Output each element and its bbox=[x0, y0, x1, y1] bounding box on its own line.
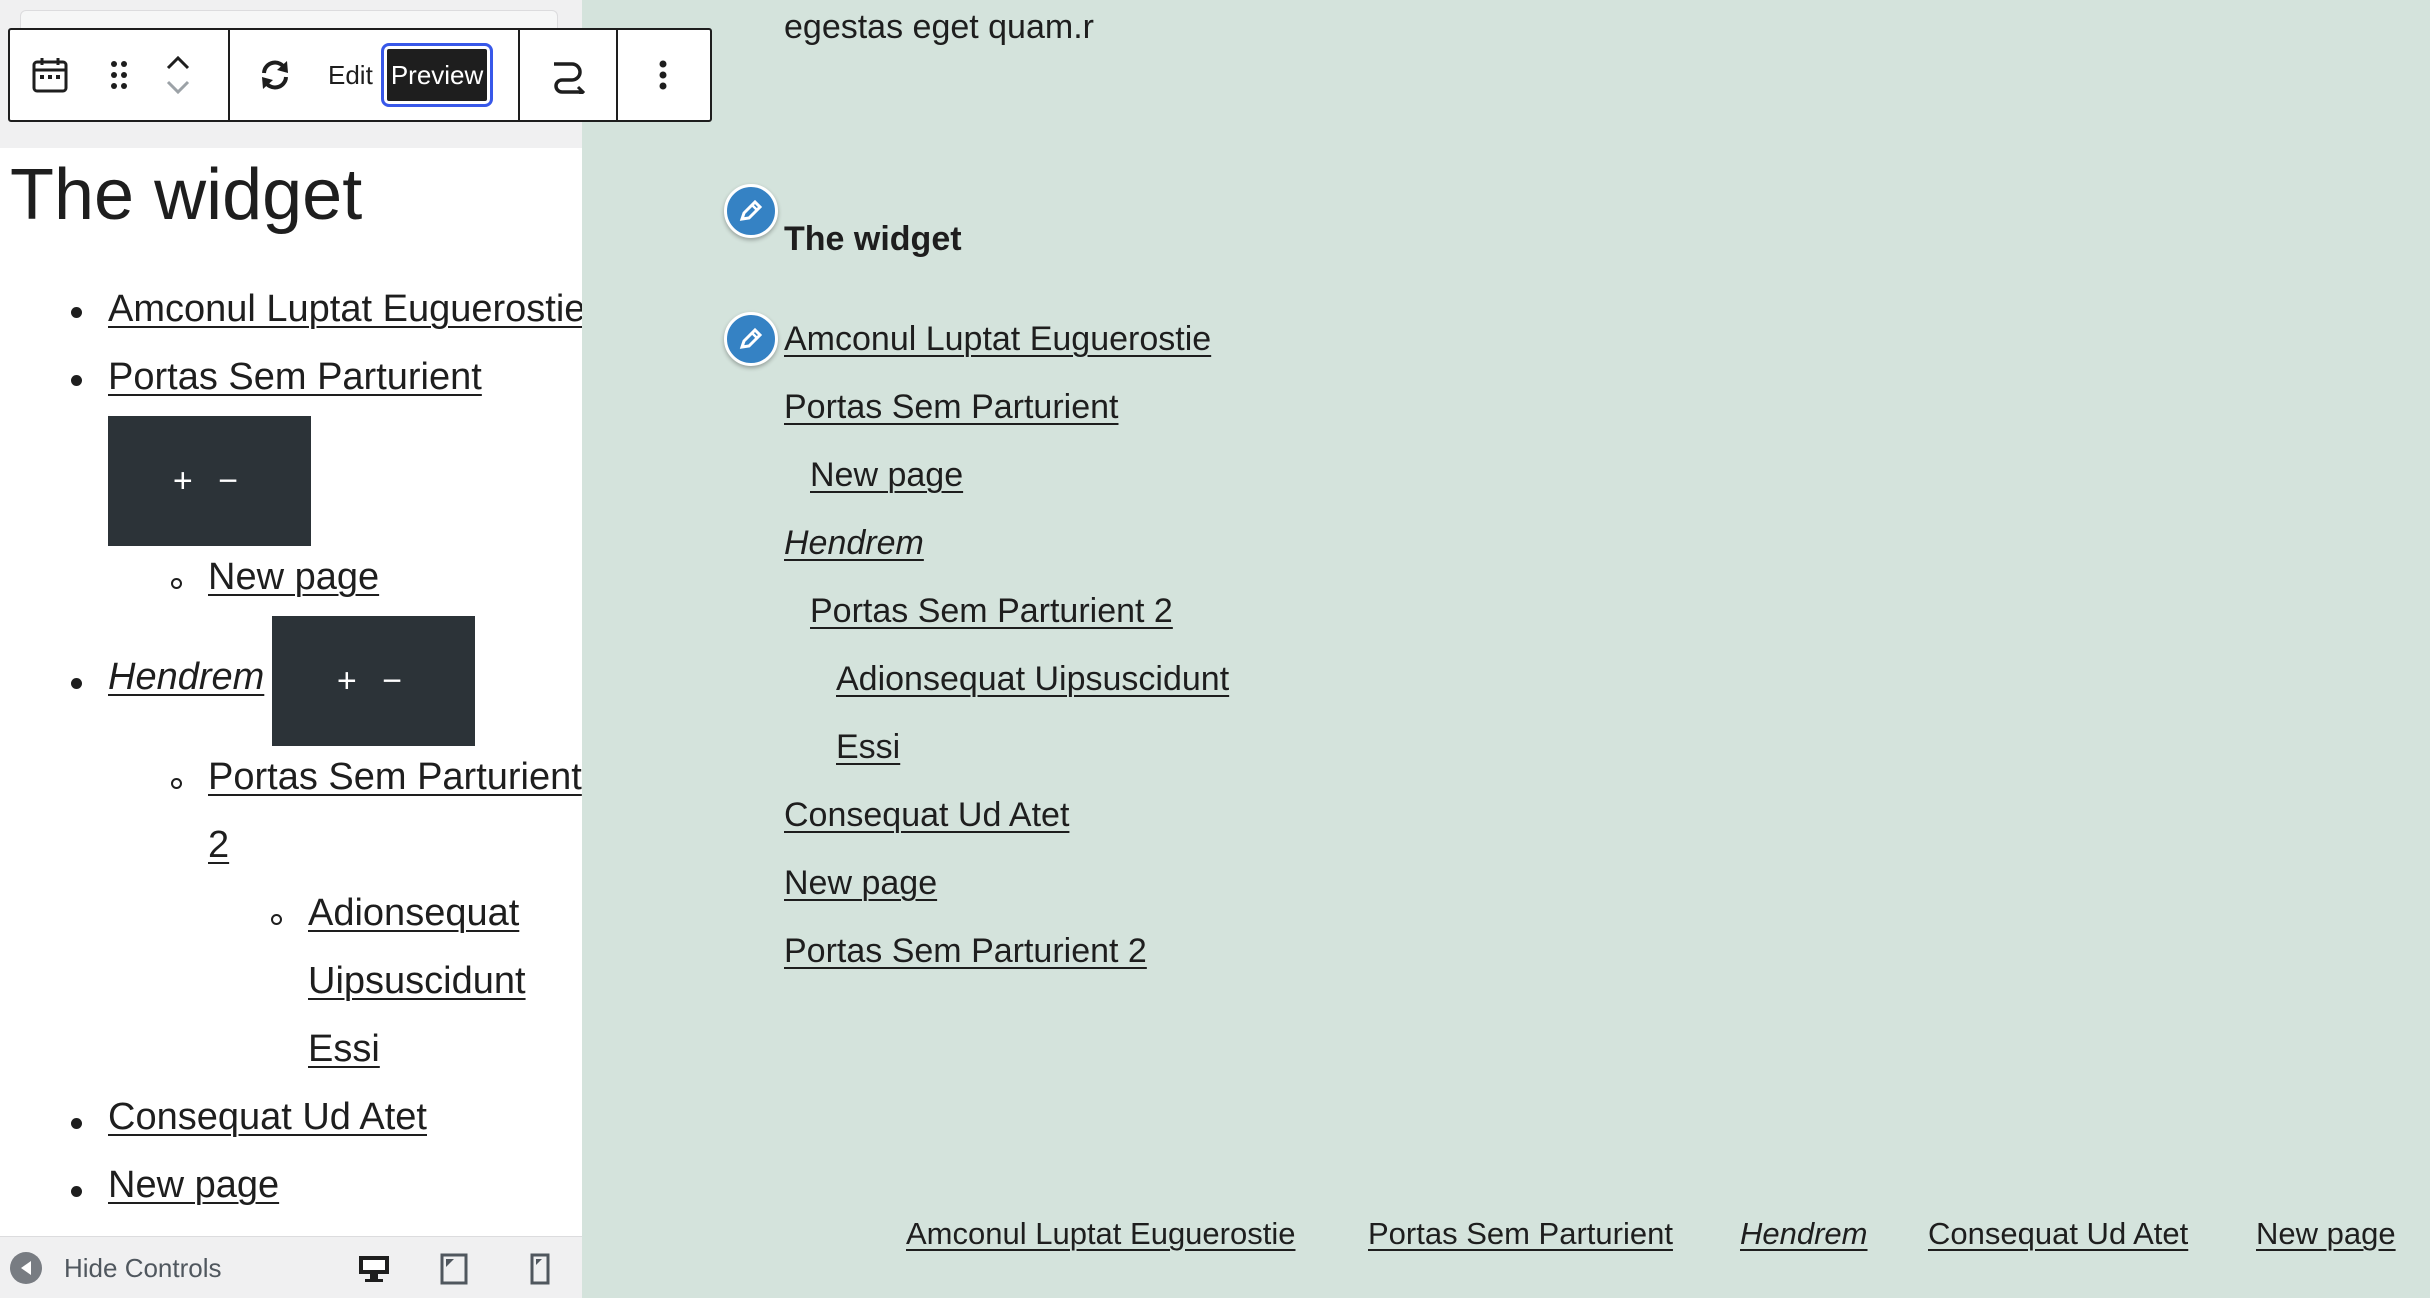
nav-link[interactable]: Hendrem bbox=[108, 656, 264, 698]
block-mover bbox=[148, 30, 208, 120]
more-options-icon[interactable] bbox=[618, 30, 708, 120]
submenu-item[interactable]: New page bbox=[810, 456, 963, 495]
customizer-panel: The widget Amconul Luptat Euguerostie Po… bbox=[0, 0, 583, 1298]
footer-nav-item[interactable]: Consequat Ud Atet bbox=[1928, 1216, 2188, 1252]
list-bullet bbox=[271, 914, 282, 925]
nav-link[interactable]: Portas Sem Parturient bbox=[108, 356, 482, 398]
list-item[interactable]: New page bbox=[208, 556, 379, 599]
menu-link[interactable]: Amconul Luptat Euguerostie bbox=[784, 320, 1211, 358]
edit-menu-shortcut[interactable] bbox=[724, 312, 778, 366]
widget-title: The widget bbox=[784, 220, 962, 258]
list-item[interactable]: Hendrem bbox=[108, 656, 264, 699]
nav-link[interactable]: Portas Sem Parturient bbox=[208, 756, 582, 798]
submenu-toggle[interactable]: + − bbox=[272, 616, 475, 746]
list-item[interactable]: Adionsequat bbox=[308, 892, 519, 935]
footer-nav-item[interactable]: Portas Sem Parturient bbox=[1368, 1216, 1673, 1252]
menu-item[interactable]: Consequat Ud Atet bbox=[784, 796, 1069, 835]
footer-link[interactable]: Consequat Ud Atet bbox=[1928, 1216, 2188, 1251]
menu-link[interactable]: Portas Sem Parturient bbox=[784, 388, 1118, 426]
nav-link[interactable]: Amconul Luptat Euguerostie bbox=[108, 288, 582, 330]
block-toolbar: Edit Preview bbox=[8, 28, 712, 122]
menu-link[interactable]: Portas Sem Parturient 2 bbox=[810, 592, 1173, 630]
list-item[interactable]: Portas Sem Parturient bbox=[108, 356, 482, 399]
refresh-icon[interactable] bbox=[230, 30, 320, 120]
list-item[interactable]: Amconul Luptat Euguerostie bbox=[108, 288, 582, 331]
widget-title[interactable]: The widget bbox=[10, 154, 362, 236]
list-item-continuation[interactable]: 2 bbox=[208, 824, 229, 867]
submenu-item[interactable]: Portas Sem Parturient 2 bbox=[810, 592, 1173, 631]
block-mover-group bbox=[10, 30, 230, 120]
menu-link[interactable]: New page bbox=[810, 456, 963, 494]
list-bullet bbox=[71, 1118, 82, 1129]
preview-body-text: egestas eget quam.r bbox=[784, 8, 1094, 46]
edit-button[interactable]: Edit bbox=[320, 30, 381, 120]
nav-link[interactable]: Uipsuscidunt bbox=[308, 960, 526, 1002]
submenu-item[interactable]: Adionsequat Uipsuscidunt bbox=[836, 660, 1229, 699]
collapse-icon bbox=[10, 1252, 42, 1284]
footer-nav-item[interactable]: Hendrem bbox=[1740, 1216, 1868, 1252]
pencil-icon bbox=[739, 327, 763, 349]
mobile-icon[interactable] bbox=[520, 1249, 560, 1289]
list-item[interactable]: New page bbox=[108, 1164, 279, 1207]
customizer-footer: Hide Controls bbox=[0, 1236, 582, 1298]
tablet-icon[interactable] bbox=[434, 1249, 474, 1289]
submenu-toggle[interactable]: + − bbox=[108, 416, 311, 546]
menu-item[interactable]: Amconul Luptat Euguerostie bbox=[784, 320, 1211, 359]
menu-link[interactable]: Hendrem bbox=[784, 524, 924, 562]
calendar-icon[interactable] bbox=[10, 30, 90, 120]
desktop-icon[interactable] bbox=[354, 1249, 394, 1289]
list-item-continuation[interactable]: Uipsuscidunt bbox=[308, 960, 526, 1003]
menu-item[interactable]: Portas Sem Parturient bbox=[784, 388, 1118, 427]
nav-link[interactable]: 2 bbox=[208, 824, 229, 866]
options-group bbox=[618, 30, 710, 120]
chevron-down-icon[interactable] bbox=[165, 79, 191, 97]
footer-link[interactable]: Portas Sem Parturient bbox=[1368, 1216, 1673, 1251]
footer-nav-item[interactable]: New page bbox=[2256, 1216, 2396, 1252]
menu-link[interactable]: Adionsequat Uipsuscidunt bbox=[836, 660, 1229, 698]
nav-link[interactable]: Adionsequat bbox=[308, 892, 519, 934]
footer-link[interactable]: Hendrem bbox=[1740, 1216, 1868, 1251]
nav-link[interactable]: New page bbox=[208, 556, 379, 598]
menu-link[interactable]: New page bbox=[784, 864, 937, 902]
list-item[interactable]: Essi bbox=[308, 1028, 380, 1071]
list-bullet bbox=[171, 578, 182, 589]
footer-navigation: Amconul Luptat Euguerostie Portas Sem Pa… bbox=[582, 1216, 2430, 1256]
footer-link[interactable]: Amconul Luptat Euguerostie bbox=[906, 1216, 1295, 1251]
transform-group bbox=[520, 30, 618, 120]
nav-link[interactable]: Essi bbox=[308, 1028, 380, 1070]
menu-item[interactable]: Portas Sem Parturient 2 bbox=[784, 932, 1147, 971]
nav-link[interactable]: New page bbox=[108, 1164, 279, 1206]
nav-link[interactable]: Consequat Ud Atet bbox=[108, 1096, 427, 1138]
menu-link[interactable]: Consequat Ud Atet bbox=[784, 796, 1069, 834]
hide-controls-label: Hide Controls bbox=[64, 1252, 222, 1283]
list-bullet bbox=[71, 375, 82, 386]
mode-group: Edit Preview bbox=[230, 30, 520, 120]
drag-handle-icon[interactable] bbox=[90, 30, 148, 120]
list-bullet bbox=[171, 778, 182, 789]
list-bullet bbox=[71, 1186, 82, 1197]
list-bullet bbox=[71, 678, 82, 689]
list-item[interactable]: Portas Sem Parturient bbox=[208, 756, 582, 799]
site-preview: egestas eget quam.r The widget Amconul L… bbox=[582, 0, 2430, 1298]
edit-widget-shortcut[interactable] bbox=[724, 184, 778, 238]
menu-link[interactable]: Essi bbox=[836, 728, 900, 766]
pencil-icon bbox=[739, 199, 763, 221]
hide-controls-button[interactable]: Hide Controls bbox=[10, 1252, 222, 1284]
footer-link[interactable]: New page bbox=[2256, 1216, 2396, 1251]
menu-item[interactable]: Hendrem bbox=[784, 524, 924, 563]
transform-icon[interactable] bbox=[520, 30, 616, 120]
menu-item[interactable]: New page bbox=[784, 864, 937, 903]
list-bullet bbox=[71, 307, 82, 318]
footer-nav-item[interactable]: Amconul Luptat Euguerostie bbox=[906, 1216, 1295, 1252]
list-item[interactable]: Consequat Ud Atet bbox=[108, 1096, 427, 1139]
chevron-up-icon[interactable] bbox=[165, 53, 191, 71]
menu-link[interactable]: Portas Sem Parturient 2 bbox=[784, 932, 1147, 970]
submenu-item[interactable]: Essi bbox=[836, 728, 900, 767]
preview-button[interactable]: Preview bbox=[380, 43, 494, 107]
